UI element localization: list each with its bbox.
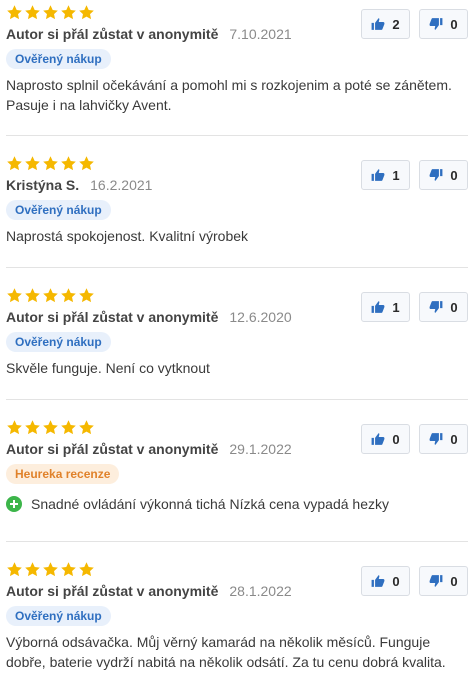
star-icon <box>78 155 95 172</box>
dislike-button[interactable]: 0 <box>419 9 468 39</box>
review-pro: Snadné ovládání výkonná tichá Nízká cena… <box>6 496 468 512</box>
verified-purchase-badge: Ověřený nákup <box>6 332 111 352</box>
dislike-count: 0 <box>450 573 458 589</box>
star-icon <box>6 561 23 578</box>
like-count: 2 <box>392 16 400 32</box>
star-icon <box>6 4 23 21</box>
star-icon <box>60 4 77 21</box>
review-item: Kristýna S. 16.2.2021 Ověřený nákup Napr… <box>6 154 468 246</box>
review-item: Autor si přál zůstat v anonymitě 28.1.20… <box>6 560 468 672</box>
review-votes: 1 0 <box>361 292 468 322</box>
pro-text: Snadné ovládání výkonná tichá Nízká cena… <box>31 496 390 512</box>
like-count: 1 <box>392 167 400 183</box>
review-text: Skvěle funguje. Není co vytknout <box>6 360 210 376</box>
star-icon <box>42 419 59 436</box>
star-icon <box>60 419 77 436</box>
like-button[interactable]: 2 <box>361 9 410 39</box>
dislike-count: 0 <box>450 167 458 183</box>
review-author: Autor si přál zůstat v anonymitě <box>6 26 219 42</box>
star-icon <box>78 4 95 21</box>
star-icon <box>42 287 59 304</box>
like-button[interactable]: 0 <box>361 566 410 596</box>
review-date: 16.2.2021 <box>90 177 153 193</box>
review-votes: 2 0 <box>361 9 468 39</box>
review-divider <box>6 267 468 268</box>
star-icon <box>24 561 41 578</box>
review-votes: 1 0 <box>361 160 468 190</box>
star-icon <box>60 155 77 172</box>
thumbs-down-icon <box>429 17 443 31</box>
dislike-button[interactable]: 0 <box>419 566 468 596</box>
thumbs-down-icon <box>429 168 443 182</box>
star-icon <box>24 155 41 172</box>
review-votes: 0 0 <box>361 424 468 454</box>
heureka-review-badge: Heureka recenze <box>6 464 120 484</box>
verified-purchase-badge: Ověřený nákup <box>6 49 111 69</box>
dislike-button[interactable]: 0 <box>419 424 468 454</box>
like-button[interactable]: 1 <box>361 160 410 190</box>
plus-circle-icon <box>6 496 22 512</box>
review-divider <box>6 541 468 542</box>
dislike-button[interactable]: 0 <box>419 292 468 322</box>
review-item: Autor si přál zůstat v anonymitě 7.10.20… <box>6 3 468 115</box>
thumbs-up-icon <box>371 574 385 588</box>
review-text: Naprostá spokojenost. Kvalitní výrobek <box>6 228 249 244</box>
star-icon <box>60 287 77 304</box>
star-icon <box>24 4 41 21</box>
star-icon <box>42 4 59 21</box>
thumbs-down-icon <box>429 300 443 314</box>
star-icon <box>78 419 95 436</box>
verified-purchase-badge: Ověřený nákup <box>6 200 111 220</box>
dislike-count: 0 <box>450 299 458 315</box>
star-icon <box>78 561 95 578</box>
dislike-count: 0 <box>450 431 458 447</box>
star-icon <box>78 287 95 304</box>
review-author: Kristýna S. <box>6 177 80 193</box>
review-date: 28.1.2022 <box>229 583 292 599</box>
review-date: 29.1.2022 <box>229 441 292 457</box>
review-date: 7.10.2021 <box>229 26 292 42</box>
like-button[interactable]: 0 <box>361 424 410 454</box>
review-text: Naprosto splnil očekávání a pomohl mi s … <box>6 77 452 113</box>
star-icon <box>60 561 77 578</box>
like-count: 0 <box>392 431 400 447</box>
star-icon <box>24 287 41 304</box>
review-item: Autor si přál zůstat v anonymitě 12.6.20… <box>6 286 468 378</box>
thumbs-up-icon <box>371 168 385 182</box>
thumbs-up-icon <box>371 17 385 31</box>
thumbs-up-icon <box>371 300 385 314</box>
review-divider <box>6 399 468 400</box>
review-divider <box>6 135 468 136</box>
review-author: Autor si přál zůstat v anonymitě <box>6 441 219 457</box>
star-icon <box>6 287 23 304</box>
verified-purchase-badge: Ověřený nákup <box>6 606 111 626</box>
review-votes: 0 0 <box>361 566 468 596</box>
review-date: 12.6.2020 <box>229 309 292 325</box>
like-button[interactable]: 1 <box>361 292 410 322</box>
star-icon <box>6 155 23 172</box>
dislike-count: 0 <box>450 16 458 32</box>
star-icon <box>42 561 59 578</box>
like-count: 0 <box>392 573 400 589</box>
thumbs-down-icon <box>429 432 443 446</box>
thumbs-down-icon <box>429 574 443 588</box>
dislike-button[interactable]: 0 <box>419 160 468 190</box>
star-icon <box>6 419 23 436</box>
like-count: 1 <box>392 299 400 315</box>
review-author: Autor si přál zůstat v anonymitě <box>6 583 219 599</box>
review-author: Autor si přál zůstat v anonymitě <box>6 309 219 325</box>
review-item: Autor si přál zůstat v anonymitě 29.1.20… <box>6 418 468 512</box>
thumbs-up-icon <box>371 432 385 446</box>
star-icon <box>42 155 59 172</box>
review-text: Výborná odsávačka. Můj věrný kamarád na … <box>6 634 446 670</box>
star-icon <box>24 419 41 436</box>
